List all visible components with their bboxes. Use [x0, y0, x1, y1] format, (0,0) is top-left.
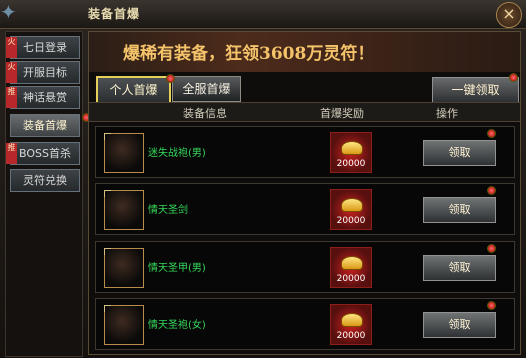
claim-all-notification-dot: [509, 73, 518, 82]
hot-badge: 火: [6, 62, 17, 83]
header-equipment-info: 装备信息: [183, 107, 227, 120]
sidebar-item-label: 神话悬赏: [23, 91, 67, 104]
sidebar: 火 七日登录 火 开服目标 推 神话悬赏 装备首爆 推 BOSS首杀 灵符兑换: [5, 31, 91, 357]
table-header: 装备信息 首爆奖励 操作: [89, 102, 520, 122]
sidebar-item-seven-day-login[interactable]: 火 七日登录: [6, 36, 80, 59]
gold-ingot-icon: [341, 198, 363, 212]
robe-icon: [104, 305, 144, 345]
claim-button[interactable]: 领取: [423, 312, 496, 338]
promo-banner: 爆稀有装备，狂领3608万灵符！: [89, 32, 520, 72]
claim-button[interactable]: 领取: [423, 197, 496, 223]
sidebar-item-label: 装备首爆: [23, 119, 67, 132]
claim-notification-dot: [487, 129, 496, 138]
sidebar-item-label: 灵符兑换: [23, 174, 67, 187]
reward-box: 20000: [330, 304, 372, 345]
gold-ingot-icon: [341, 141, 363, 155]
sidebar-item-talisman-exchange[interactable]: 灵符兑换: [10, 169, 80, 192]
window-frame: ✦ 装备首爆 × 火 七日登录 火 开服目标 推 神话悬赏 装备首爆 推 BOS…: [0, 0, 526, 358]
sidebar-item-boss-first-kill[interactable]: 推 BOSS首杀: [6, 142, 80, 165]
sidebar-item-server-goal[interactable]: 火 开服目标: [6, 61, 80, 84]
sidebar-item-equip-first-drop[interactable]: 装备首爆: [10, 113, 91, 137]
header-first-drop-reward: 首爆奖励: [320, 107, 364, 120]
table-row: 情天圣剑 20000 领取: [95, 183, 515, 235]
tab-server-first-drop[interactable]: 全服首爆: [172, 76, 241, 102]
close-button[interactable]: ×: [496, 2, 522, 28]
armor-gem-icon: [104, 133, 144, 173]
claim-notification-dot: [487, 301, 496, 310]
hot-badge: 火: [6, 37, 17, 58]
tab-notification-dot: [166, 74, 175, 83]
corner-ornament: [104, 190, 111, 197]
table-row: 情天圣甲(男) 20000 领取: [95, 241, 515, 293]
table-row: 迷失战袍(男) 20000 领取: [95, 126, 515, 178]
corner-ornament: [104, 133, 111, 140]
corner-ornament: [104, 305, 111, 312]
sidebar-item-label: 七日登录: [23, 41, 67, 54]
window-title: 装备首爆: [88, 7, 141, 21]
recommend-badge: 推: [6, 87, 17, 108]
equipment-name: 情天圣剑: [148, 205, 188, 216]
claim-button[interactable]: 领取: [423, 140, 496, 166]
dragon-icon-left: ✦: [0, 0, 17, 24]
reward-amount: 20000: [336, 216, 366, 226]
reward-box: 20000: [330, 247, 372, 288]
gold-ingot-icon: [341, 256, 363, 270]
sword-icon: [104, 190, 144, 230]
reward-box: 20000: [330, 132, 372, 173]
sidebar-item-myth-bounty[interactable]: 推 神话悬赏: [6, 86, 80, 109]
claim-button[interactable]: 领取: [423, 255, 496, 281]
gold-ingot-icon: [341, 313, 363, 327]
header-action: 操作: [436, 107, 458, 120]
equipment-name: 情天圣袍(女): [148, 320, 206, 331]
sidebar-item-label: BOSS首杀: [19, 147, 71, 160]
corner-ornament: [104, 248, 111, 255]
recommend-badge: 推: [6, 143, 17, 164]
main-panel: 爆稀有装备，狂领3608万灵符！ 个人首爆 全服首爆 一键领取 装备信息 首爆奖…: [88, 31, 521, 355]
table-row: 情天圣袍(女) 20000 领取: [95, 298, 515, 350]
tab-personal-first-drop[interactable]: 个人首爆: [96, 76, 171, 104]
reward-amount: 20000: [336, 274, 366, 284]
claim-notification-dot: [487, 186, 496, 195]
claim-all-button[interactable]: 一键领取: [432, 77, 519, 103]
reward-amount: 20000: [336, 331, 366, 341]
banner-text: 爆稀有装备，狂领3608万灵符！: [123, 44, 375, 64]
claim-notification-dot: [487, 244, 496, 253]
reward-amount: 20000: [336, 159, 366, 169]
titlebar: ✦ 装备首爆 ×: [0, 0, 526, 29]
reward-box: 20000: [330, 189, 372, 230]
equipment-name: 迷失战袍(男): [148, 148, 206, 159]
equipment-name: 情天圣甲(男): [148, 263, 206, 274]
armor-icon: [104, 248, 144, 288]
sidebar-item-label: 开服目标: [23, 66, 67, 79]
